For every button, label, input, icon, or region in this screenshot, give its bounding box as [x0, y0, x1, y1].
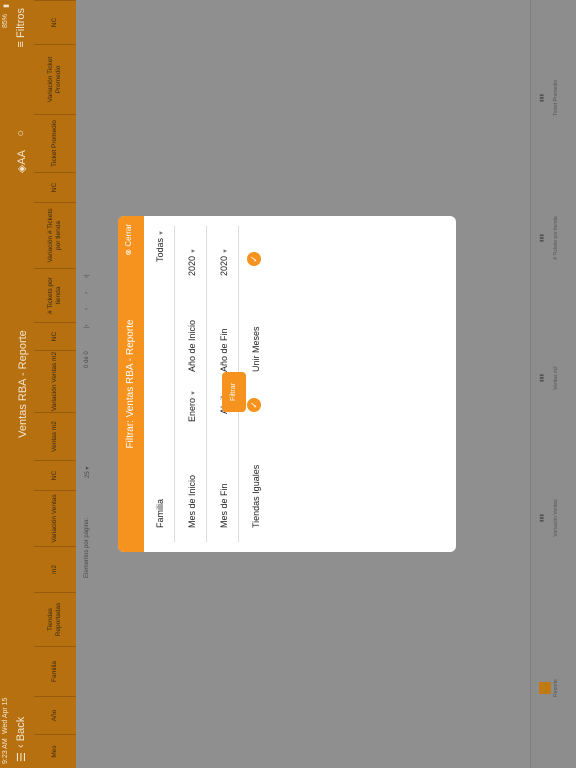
bar-chart-icon: ▮▮▮ [539, 93, 545, 103]
anio-inicio-select[interactable]: 2020▼ [187, 248, 197, 276]
caret-down-icon: ▼ [159, 230, 165, 236]
col-ticket-promedio[interactable]: Ticket Promedio [34, 114, 76, 172]
col-nc-1[interactable]: NC [34, 460, 76, 490]
caret-down-icon: ▼ [223, 248, 229, 254]
caret-down-icon: ▼ [191, 390, 197, 396]
bar-chart-icon: ▮▮▮ [539, 233, 545, 243]
anio-inicio-label: Año de Inicio [187, 319, 197, 372]
col-tickets[interactable]: # Tickets por tienda [34, 268, 76, 322]
first-page-button[interactable]: |‹ [84, 324, 90, 328]
tiendas-iguales-label: Tiendas Iguales [251, 464, 261, 528]
inicio-row: Mes de Inicio Enero▼ Año de Inicio 2020▼ [176, 226, 207, 542]
mes-inicio-select[interactable]: Enero▼ [187, 390, 197, 422]
page-title: Ventas RBA - Reporte [17, 330, 29, 438]
tab-ticket-promedio[interactable]: ▮▮▮ Ticket Promedio [539, 68, 559, 128]
tab-bar: Reporte ▮▮▮ Variación Ventas ▮▮▮ Ventas … [530, 0, 576, 768]
text-size-button[interactable]: ◈AA [15, 150, 28, 173]
unir-meses-label: Unir Meses [251, 326, 261, 372]
familia-select[interactable]: Todas▼ [155, 230, 165, 262]
col-familia[interactable]: Familia [34, 646, 76, 696]
col-variacion-tickets[interactable]: Variación # Tickets por tienda [34, 202, 76, 268]
filters-button[interactable]: ≡ Filtros [15, 8, 27, 47]
close-icon: ⊗ [124, 248, 133, 256]
col-mes[interactable]: Mes [34, 734, 76, 768]
modal-title: Filtrar: Ventas RBA - Reporte [125, 319, 136, 449]
caret-down-icon: ▼ [191, 248, 197, 254]
column-headers: Mes Año Familia Tiendas Reportadas m2 Va… [34, 0, 76, 768]
unir-meses-checkbox[interactable]: ✓ [247, 252, 261, 266]
col-variacion-ventas-m2[interactable]: Variación Ventas m2 [34, 350, 76, 412]
familia-label: Familia [155, 498, 165, 528]
filtrar-button[interactable]: Filtrar [222, 372, 246, 412]
status-time: 9:23 AM [2, 738, 9, 764]
tab-ventas-m2[interactable]: ▮▮▮ Ventas m2 [539, 348, 559, 408]
circle-icon[interactable]: ○ [15, 130, 27, 137]
mes-inicio-label: Mes de Inicio [187, 474, 197, 528]
col-m2[interactable]: m2 [34, 546, 76, 592]
col-nc-3[interactable]: NC [34, 172, 76, 202]
tab-reporte[interactable]: Reporte [539, 658, 559, 718]
col-variacion-ventas[interactable]: Variación Ventas [34, 490, 76, 546]
rotated-screen: 9:23 AM Wed Apr 15 85% ▮ ☰ ‹ Back Ventas… [0, 0, 576, 768]
tab-variacion-ventas[interactable]: ▮▮▮ Variación Ventas [539, 488, 559, 548]
grid-icon [539, 682, 551, 694]
close-button[interactable]: ⊗ Cerrar [124, 224, 133, 256]
sliders-icon: ≡ [15, 41, 27, 48]
next-page-button[interactable]: › [84, 292, 90, 294]
tiendas-iguales-checkbox[interactable]: ✓ [247, 398, 261, 412]
anio-fin-select[interactable]: 2020▼ [219, 248, 229, 276]
status-date: Wed Apr 15 [2, 697, 9, 734]
tab-tickets[interactable]: ▮▮▮ # Tickets por tienda [539, 208, 559, 268]
caret-down-icon: ▾ [85, 466, 91, 470]
col-tiendas[interactable]: Tiendas Reportadas [34, 592, 76, 646]
modal-header: Filtrar: Ventas RBA - Reporte ⊗ Cerrar [118, 216, 144, 552]
bar-chart-icon: ▮▮▮ [539, 513, 545, 523]
col-ventas-m2[interactable]: Ventas m2 [34, 412, 76, 460]
battery-level: 85% [2, 14, 9, 29]
prev-page-button[interactable]: ‹ [84, 308, 90, 310]
battery-icon: ▮ [3, 4, 10, 8]
col-variacion-ticket-promedio[interactable]: Variación Ticket Promedio [34, 44, 76, 114]
bar-chart-icon: ▮▮▮ [539, 373, 545, 383]
per-page-select[interactable]: 25 ▾ [84, 467, 91, 478]
top-bar: 9:23 AM Wed Apr 15 85% ▮ ☰ ‹ Back Ventas… [0, 0, 34, 768]
col-nc-4[interactable]: NC [34, 0, 76, 44]
filter-modal: Filtrar: Ventas RBA - Reporte ⊗ Cerrar F… [118, 216, 456, 552]
familia-row: Familia Todas▼ [144, 226, 175, 542]
anio-fin-label: Año de Fin [219, 328, 229, 372]
last-page-button[interactable]: ›| [84, 274, 90, 278]
eye-icon: ◈ [16, 164, 28, 174]
col-anio[interactable]: Año [34, 696, 76, 734]
page-range: 0 de 0 [84, 351, 90, 368]
col-nc-2[interactable]: NC [34, 322, 76, 350]
per-page-label: Elementos por página: [84, 517, 90, 578]
mes-fin-label: Mes de Fin [219, 483, 229, 528]
